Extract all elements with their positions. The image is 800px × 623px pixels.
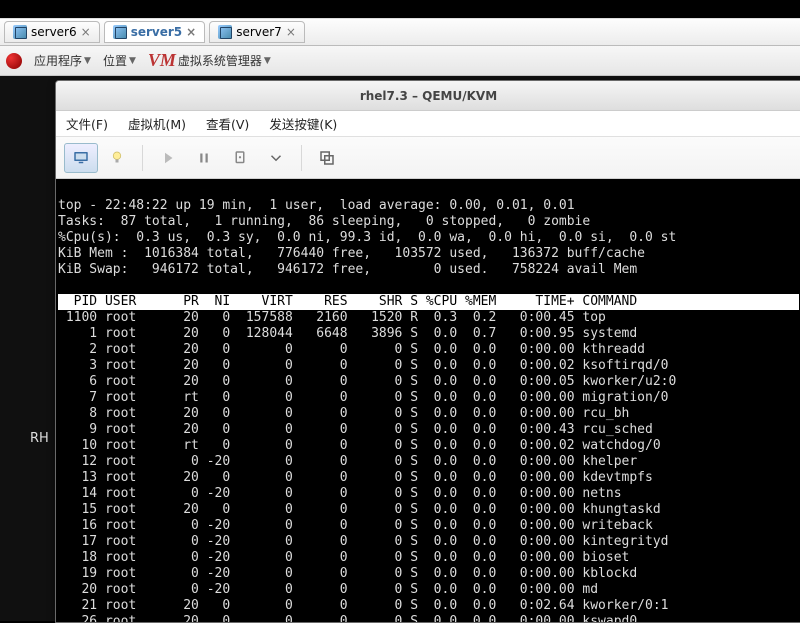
toolbar-separator [142,145,143,171]
editor-tab-bar: server6 × server5 × server7 × [0,18,800,46]
process-row: 19 root 0 -20 0 0 0 S 0.0 0.0 0:00.00 kb… [58,566,799,582]
close-icon[interactable]: × [186,25,196,39]
process-row: 1 root 20 0 128044 6648 3896 S 0.0 0.7 0… [58,326,799,342]
top-column-header: PID USER PR NI VIRT RES SHR S %CPU %MEM … [58,294,799,310]
process-row: 10 root rt 0 0 0 0 S 0.0 0.0 0:00.02 wat… [58,438,799,454]
editor-tab-server7[interactable]: server7 × [209,21,305,43]
gnome-top-bar: 应用程序 ▼ 位置 ▼ VM 虚拟系统管理器 ▼ [0,46,800,76]
editor-tab-server5[interactable]: server5 × [104,21,206,43]
vm-window: rhel7.3 – QEMU/KVM 文件(F) 虚拟机(M) 查看(V) 发送… [55,80,800,623]
play-icon [159,149,177,167]
process-row: 1100 root 20 0 157588 2160 1520 R 0.3 0.… [58,310,799,326]
fullscreen-button[interactable] [310,143,344,173]
editor-tab-label: server5 [131,25,182,39]
process-row: 14 root 0 -20 0 0 0 S 0.0 0.0 0:00.00 ne… [58,486,799,502]
process-row: 2 root 20 0 0 0 0 S 0.0 0.0 0:00.00 kthr… [58,342,799,358]
chevron-down-icon: ▼ [84,56,91,66]
top-summary-line: KiB Mem : 1016384 total, 776440 free, 10… [58,246,645,261]
process-row: 16 root 0 -20 0 0 0 S 0.0 0.0 0:00.00 wr… [58,518,799,534]
gnome-places-menu[interactable]: 位置 ▼ [103,52,136,69]
monitor-icon [72,149,90,167]
process-row: 6 root 20 0 0 0 0 S 0.0 0.0 0:00.05 kwor… [58,374,799,390]
process-row: 21 root 20 0 0 0 0 S 0.0 0.0 0:02.64 kwo… [58,598,799,614]
process-row: 17 root 0 -20 0 0 0 S 0.0 0.0 0:00.00 ki… [58,534,799,550]
shutdown-menu-button[interactable] [259,143,293,173]
chevron-down-icon: ▼ [129,56,136,66]
menu-view[interactable]: 查看(V) [206,114,249,133]
menu-machine[interactable]: 虚拟机(M) [128,114,186,133]
server-icon [13,25,27,39]
toolbar-separator [301,145,302,171]
gnome-vmm-menu[interactable]: VM 虚拟系统管理器 ▼ [148,50,271,71]
gnome-apps-label: 应用程序 [34,52,82,69]
pause-button[interactable] [187,143,221,173]
process-row: 3 root 20 0 0 0 0 S 0.0 0.0 0:00.02 ksof… [58,358,799,374]
side-text: RH [30,431,49,446]
process-row: 18 root 0 -20 0 0 0 S 0.0 0.0 0:00.00 bi… [58,550,799,566]
process-row: 20 root 0 -20 0 0 0 S 0.0 0.0 0:00.00 md [58,582,799,598]
chevron-down-icon: ▼ [264,56,271,66]
vm-toolbar [56,137,800,179]
process-row: 8 root 20 0 0 0 0 S 0.0 0.0 0:00.00 rcu_… [58,406,799,422]
editor-tab-label: server7 [236,25,282,39]
process-row: 7 root rt 0 0 0 0 S 0.0 0.0 0:00.00 migr… [58,390,799,406]
menu-file[interactable]: 文件(F) [66,114,108,133]
menu-send-keys[interactable]: 发送按键(K) [269,114,337,133]
pause-icon [195,149,213,167]
gnome-places-label: 位置 [103,52,127,69]
process-row: 9 root 20 0 0 0 0 S 0.0 0.0 0:00.43 rcu_… [58,422,799,438]
terminal[interactable]: top - 22:48:22 up 19 min, 1 user, load a… [56,179,800,622]
close-icon[interactable]: × [286,25,296,39]
server-icon [218,25,232,39]
fullscreen-icon [318,149,336,167]
gnome-vmm-label: 虚拟系统管理器 [178,52,262,69]
details-button[interactable] [100,143,134,173]
vm-title-bar: rhel7.3 – QEMU/KVM [56,81,800,111]
power-icon [231,149,249,167]
gnome-logo-icon [6,53,22,69]
process-list: 1100 root 20 0 157588 2160 1520 R 0.3 0.… [58,310,799,622]
top-summary-line: top - 22:48:22 up 19 min, 1 user, load a… [58,198,575,213]
top-summary-line: KiB Swap: 946172 total, 946172 free, 0 u… [58,262,637,277]
top-summary-line: Tasks: 87 total, 1 running, 86 sleeping,… [58,214,590,229]
process-row: 12 root 0 -20 0 0 0 S 0.0 0.0 0:00.00 kh… [58,454,799,470]
top-summary-line: %Cpu(s): 0.3 us, 0.3 sy, 0.0 ni, 99.3 id… [58,230,676,245]
editor-tab-server6[interactable]: server6 × [4,21,100,43]
chevron-down-icon [267,149,285,167]
virt-manager-icon: VM [148,50,176,71]
editor-tab-label: server6 [31,25,77,39]
run-button[interactable] [151,143,185,173]
process-row: 15 root 20 0 0 0 0 S 0.0 0.0 0:00.00 khu… [58,502,799,518]
server-icon [113,25,127,39]
process-row: 13 root 20 0 0 0 0 S 0.0 0.0 0:00.00 kde… [58,470,799,486]
vm-title: rhel7.3 – QEMU/KVM [360,89,497,103]
vm-menu-bar: 文件(F) 虚拟机(M) 查看(V) 发送按键(K) [56,111,800,137]
lightbulb-icon [108,149,126,167]
gnome-apps-menu[interactable]: 应用程序 ▼ [34,52,91,69]
close-icon[interactable]: × [81,25,91,39]
shutdown-button[interactable] [223,143,257,173]
console-button[interactable] [64,143,98,173]
